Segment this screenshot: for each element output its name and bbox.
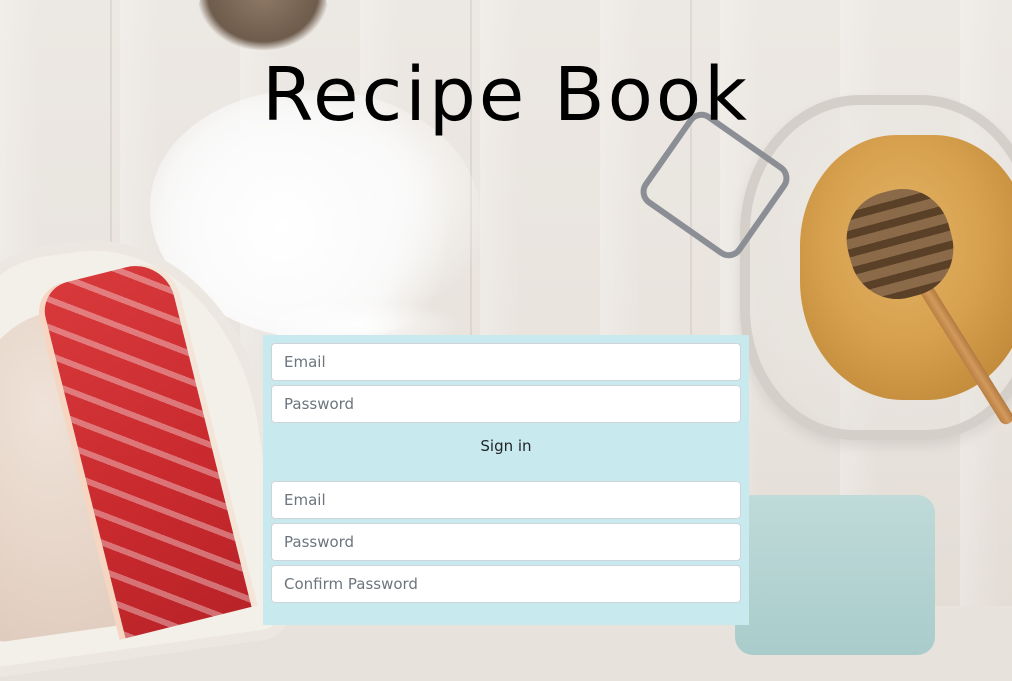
cloth-image [735, 495, 935, 655]
sign-up-password-input[interactable] [271, 523, 741, 561]
sign-up-confirm-password-input[interactable] [271, 565, 741, 603]
sign-in-button[interactable]: Sign in [271, 427, 741, 465]
auth-panel: Sign in [263, 335, 749, 625]
sign-up-email-input[interactable] [271, 481, 741, 519]
sign-in-password-input[interactable] [271, 385, 741, 423]
pot-image [198, 0, 328, 50]
page-title: Recipe Book [261, 52, 751, 138]
sign-in-email-input[interactable] [271, 343, 741, 381]
